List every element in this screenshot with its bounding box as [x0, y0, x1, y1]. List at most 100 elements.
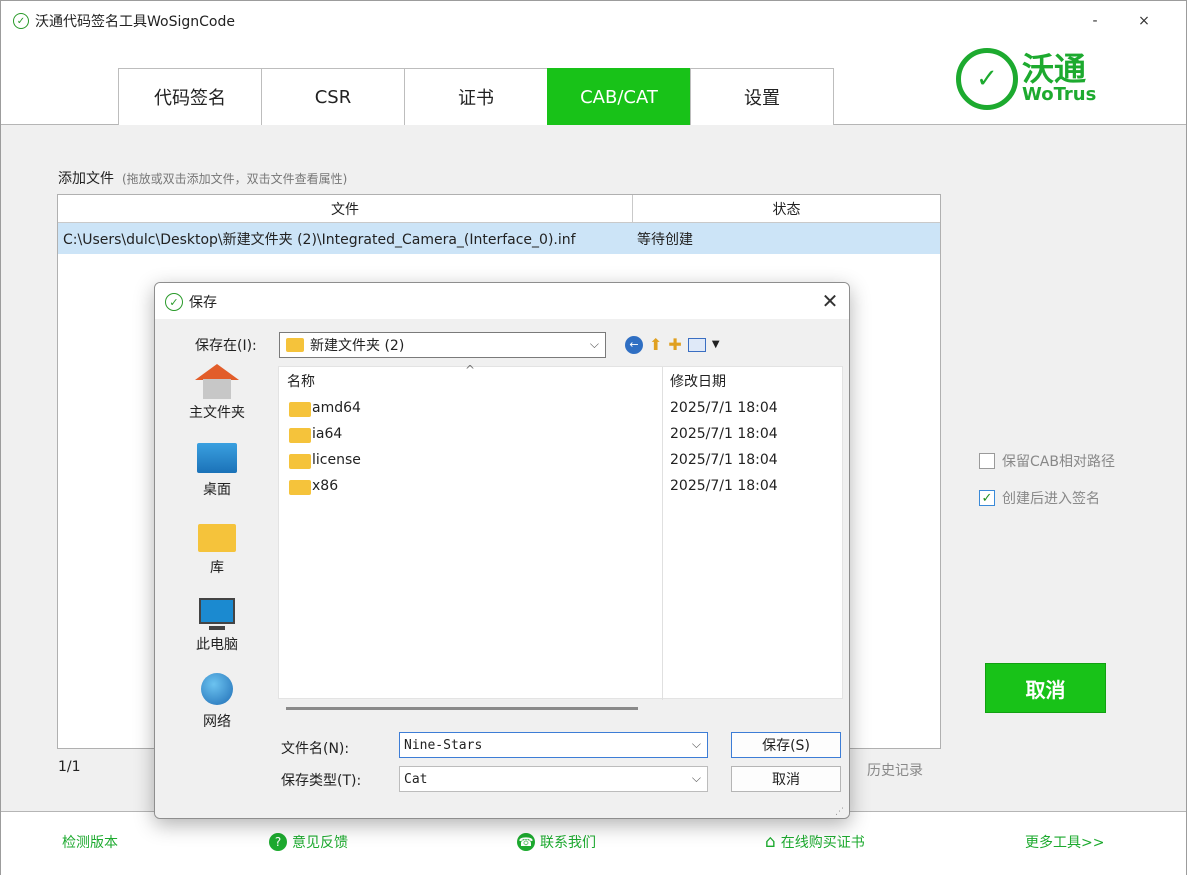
- tab-certificate[interactable]: 证书: [404, 68, 548, 125]
- column-modified[interactable]: 修改日期: [670, 367, 726, 395]
- nav-toolbar: ← ⬆ ✚ ▼: [625, 335, 720, 354]
- dialog-close-icon[interactable]: ✕: [819, 289, 841, 313]
- enter-sign-label: 创建后进入签名: [1002, 491, 1100, 507]
- folder-icon: [286, 338, 304, 352]
- filetype-label: 保存类型(T):: [281, 773, 362, 789]
- desktop-icon: [197, 441, 237, 475]
- folder-icon: [289, 428, 311, 443]
- place-this-pc-label: 此电脑: [196, 637, 238, 653]
- place-library[interactable]: 库: [175, 519, 259, 577]
- buy-certificate-link[interactable]: ⌂ 在线购买证书: [765, 832, 865, 852]
- resize-grip-icon[interactable]: ⋰: [835, 807, 844, 817]
- item-date: 2025/7/1 18:04: [670, 478, 778, 494]
- filetype-select[interactable]: Cat ⌵: [399, 766, 708, 792]
- new-folder-icon[interactable]: ✚: [668, 335, 681, 354]
- table-row[interactable]: C:\Users\dulc\Desktop\新建文件夹 (2)\Integrat…: [58, 223, 940, 254]
- horizontal-scrollbar[interactable]: [286, 707, 638, 710]
- phone-icon: ☎: [517, 833, 535, 851]
- chevron-down-icon[interactable]: ⌵: [692, 771, 701, 786]
- view-menu-icon[interactable]: [687, 337, 706, 352]
- column-status[interactable]: 状态: [633, 195, 940, 222]
- dialog-title-text: 保存: [189, 295, 217, 311]
- library-icon: [197, 519, 237, 553]
- folder-icon: [289, 454, 311, 469]
- dialog-cancel-button[interactable]: 取消: [731, 766, 841, 792]
- wotrus-logo: ✓ 沃通 WoTrus: [956, 48, 1096, 110]
- view-dropdown-icon[interactable]: ▼: [712, 339, 720, 350]
- feedback-link[interactable]: ? 意见反馈: [269, 832, 348, 852]
- save-in-label: 保存在(I):: [195, 338, 257, 354]
- filetype-value: Cat: [404, 771, 428, 787]
- folder-icon: [289, 402, 311, 417]
- check-version-label: 检测版本: [62, 835, 118, 851]
- home-icon: [195, 364, 239, 399]
- logo-cn: 沃通: [1022, 50, 1087, 88]
- filename-value: Nine-Stars: [404, 737, 483, 753]
- place-home-label: 主文件夹: [189, 405, 245, 421]
- place-desktop[interactable]: 桌面: [175, 441, 259, 499]
- tab-csr[interactable]: CSR: [261, 68, 405, 125]
- footer: 检测版本 ? 意见反馈 ☎ 联系我们 ⌂ 在线购买证书 更多工具>>: [1, 811, 1186, 875]
- buy-label: 在线购买证书: [780, 835, 865, 851]
- network-icon: [197, 673, 237, 707]
- keep-cab-path-checkbox[interactable]: [979, 453, 995, 469]
- list-item[interactable]: amd64 2025/7/1 18:04: [279, 396, 839, 422]
- item-name: amd64: [312, 400, 361, 416]
- tab-code-sign[interactable]: 代码签名: [118, 68, 262, 125]
- place-desktop-label: 桌面: [203, 482, 231, 498]
- item-name: x86: [312, 478, 339, 494]
- column-name[interactable]: 名称: [287, 367, 315, 395]
- chevron-down-icon[interactable]: ⌵: [692, 737, 701, 752]
- tab-cab-cat[interactable]: CAB/CAT: [547, 68, 691, 125]
- place-home[interactable]: 主文件夹: [175, 364, 259, 422]
- header: ✓ 沃通代码签名工具WoSignCode - × 代码签名 CSR 证书 CAB…: [1, 1, 1186, 125]
- more-tools-link[interactable]: 更多工具>>: [1025, 832, 1104, 852]
- column-file[interactable]: 文件: [58, 195, 633, 222]
- keep-cab-path-option[interactable]: 保留CAB相对路径: [979, 451, 1115, 471]
- add-files-hint: (拖放或双击添加文件，双击文件查看属性): [122, 172, 348, 186]
- tab-bar: 代码签名 CSR 证书 CAB/CAT 设置: [118, 68, 834, 125]
- close-window-button[interactable]: ×: [1129, 13, 1159, 29]
- enter-sign-option[interactable]: ✓ 创建后进入签名: [979, 488, 1100, 508]
- chevron-down-icon: ⌵: [589, 337, 599, 351]
- cancel-button[interactable]: 取消: [985, 663, 1106, 713]
- place-network-label: 网络: [203, 714, 231, 730]
- sort-up-icon: ^: [465, 363, 476, 377]
- app-check-icon: ✓: [13, 13, 29, 29]
- places-bar: 主文件夹 桌面 库 此电脑 网络: [175, 364, 259, 764]
- row-status: 等待创建: [637, 231, 693, 248]
- history-link[interactable]: 历史记录: [867, 760, 923, 780]
- keep-cab-path-label: 保留CAB相对路径: [1002, 454, 1115, 470]
- row-file-path: C:\Users\dulc\Desktop\新建文件夹 (2)\Integrat…: [63, 231, 576, 248]
- folder-icon: [289, 480, 311, 495]
- contact-link[interactable]: ☎ 联系我们: [517, 832, 596, 852]
- save-in-dropdown[interactable]: 新建文件夹 (2) ⌵: [279, 332, 606, 358]
- filename-input[interactable]: Nine-Stars ⌵: [399, 732, 708, 758]
- feedback-label: 意见反馈: [292, 835, 348, 851]
- list-item[interactable]: license 2025/7/1 18:04: [279, 448, 839, 474]
- up-folder-icon[interactable]: ⬆: [649, 335, 662, 354]
- item-date: 2025/7/1 18:04: [670, 400, 778, 416]
- check-version-link[interactable]: 检测版本: [62, 832, 118, 852]
- basket-icon: ⌂: [765, 832, 776, 852]
- save-button[interactable]: 保存(S): [731, 732, 841, 758]
- file-count: 1/1: [58, 759, 81, 775]
- add-files-label: 添加文件 (拖放或双击添加文件，双击文件查看属性): [58, 168, 347, 188]
- enter-sign-checkbox[interactable]: ✓: [979, 490, 995, 506]
- list-item[interactable]: ia64 2025/7/1 18:04: [279, 422, 839, 448]
- window-title: ✓ 沃通代码签名工具WoSignCode: [13, 11, 235, 31]
- dialog-titlebar: ✓ 保存 ✕: [155, 283, 849, 319]
- file-list[interactable]: ^ 名称 修改日期 amd64 2025/7/1 18:04 ia64 2025…: [278, 363, 843, 700]
- dialog-title: ✓ 保存: [165, 292, 217, 312]
- question-icon: ?: [269, 833, 287, 851]
- list-item[interactable]: x86 2025/7/1 18:04: [279, 474, 839, 500]
- tab-settings[interactable]: 设置: [690, 68, 834, 125]
- back-icon[interactable]: ←: [625, 335, 643, 354]
- more-tools-label: 更多工具>>: [1025, 835, 1105, 851]
- save-in-value: 新建文件夹 (2): [310, 338, 405, 354]
- minimize-button[interactable]: -: [1080, 13, 1110, 29]
- place-this-pc[interactable]: 此电脑: [175, 596, 259, 654]
- contact-label: 联系我们: [540, 835, 596, 851]
- item-date: 2025/7/1 18:04: [670, 452, 778, 468]
- place-network[interactable]: 网络: [175, 673, 259, 731]
